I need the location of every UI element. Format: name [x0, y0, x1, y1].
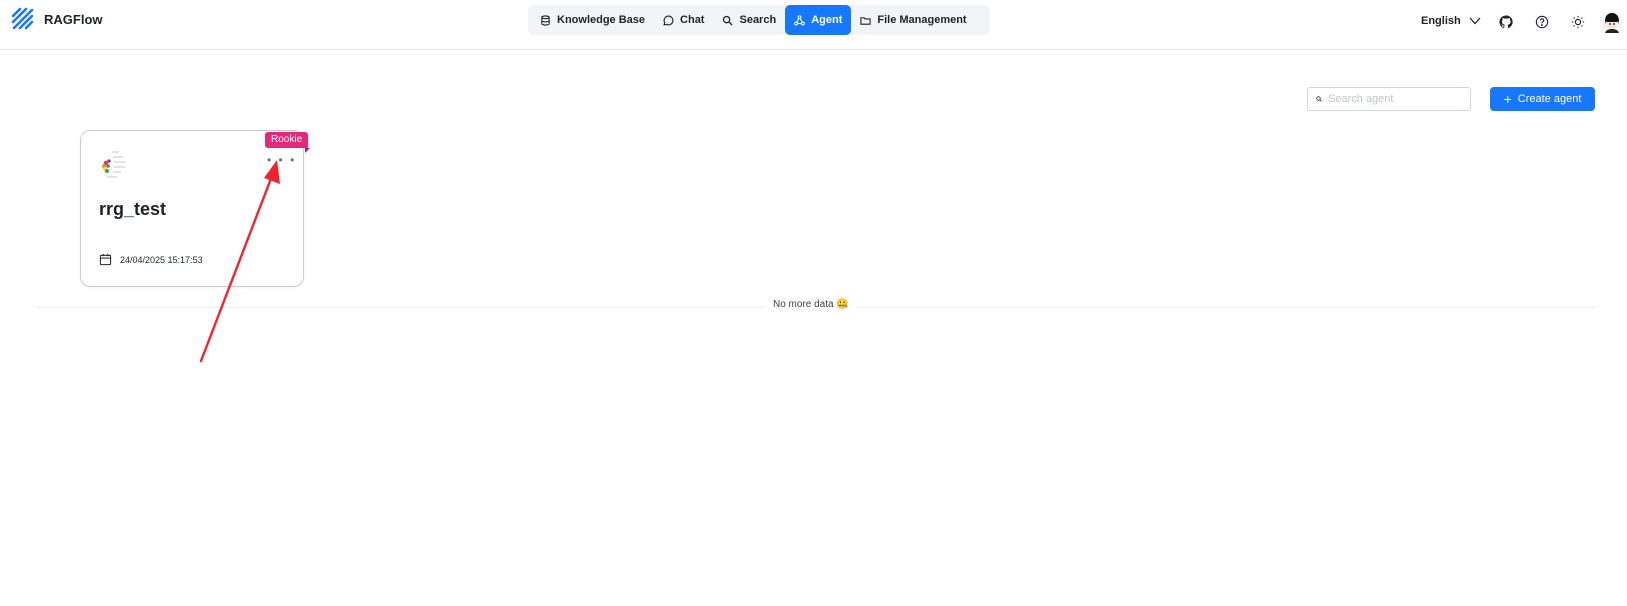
nav-agent[interactable]: Agent: [785, 5, 852, 35]
nav-search[interactable]: Search: [713, 5, 785, 35]
nav-label: Search: [739, 14, 777, 26]
language-selector[interactable]: English: [1421, 15, 1481, 27]
agent-date-text: 24/04/2025 15:17:53: [120, 254, 203, 265]
help-circle-icon[interactable]: [1535, 15, 1549, 29]
nav-label: File Management: [877, 14, 967, 26]
language-label: English: [1421, 15, 1461, 27]
rookie-badge: Rookie: [265, 132, 309, 148]
agent-search-input[interactable]: [1326, 92, 1470, 106]
avatar[interactable]: [1601, 11, 1623, 33]
search-icon: [723, 15, 734, 26]
top-header: RAGFlow Knowledge Base Chat Search Agent…: [0, 0, 1627, 50]
chevron-down-icon: [1469, 17, 1481, 25]
app-name: RAGFlow: [44, 11, 103, 27]
nav-file-management[interactable]: File Management: [851, 5, 975, 35]
main-nav: Knowledge Base Chat Search Agent File Ma…: [528, 5, 990, 35]
agent-graph-icon: [794, 14, 806, 25]
nav-label: Chat: [680, 14, 705, 26]
nav-label: Knowledge Base: [557, 14, 646, 26]
calendar-icon: [99, 253, 112, 266]
sun-icon[interactable]: [1571, 15, 1585, 29]
nav-chat[interactable]: Chat: [654, 5, 713, 35]
nav-label: Agent: [811, 14, 843, 26]
plus-icon: +: [1503, 91, 1512, 107]
nav-knowledge-base[interactable]: Knowledge Base: [531, 5, 654, 35]
more-options-button[interactable]: • • •: [267, 154, 296, 166]
create-agent-button[interactable]: + Create agent: [1490, 87, 1595, 111]
github-icon[interactable]: [1499, 15, 1513, 29]
agent-thumbnail: [102, 151, 125, 178]
search-icon: [1316, 96, 1322, 102]
folder-icon: [860, 16, 871, 25]
agent-card[interactable]: • • • rrg_test 24/04/2025 15:17:53: [80, 130, 304, 287]
database-icon: [541, 14, 550, 26]
create-agent-label: Create agent: [1517, 93, 1582, 105]
agent-title: rrg_test: [99, 199, 167, 219]
no-more-data-text: No more data 🤐: [765, 299, 857, 310]
app-logo[interactable]: RAGFlow: [10, 6, 103, 32]
agent-search-box[interactable]: [1307, 87, 1471, 111]
ragflow-logo-icon: [11, 7, 34, 30]
chat-bubble-icon: [663, 15, 674, 26]
badge-ribbon-tail: [305, 148, 310, 153]
agent-date: 24/04/2025 15:17:53: [99, 253, 203, 266]
